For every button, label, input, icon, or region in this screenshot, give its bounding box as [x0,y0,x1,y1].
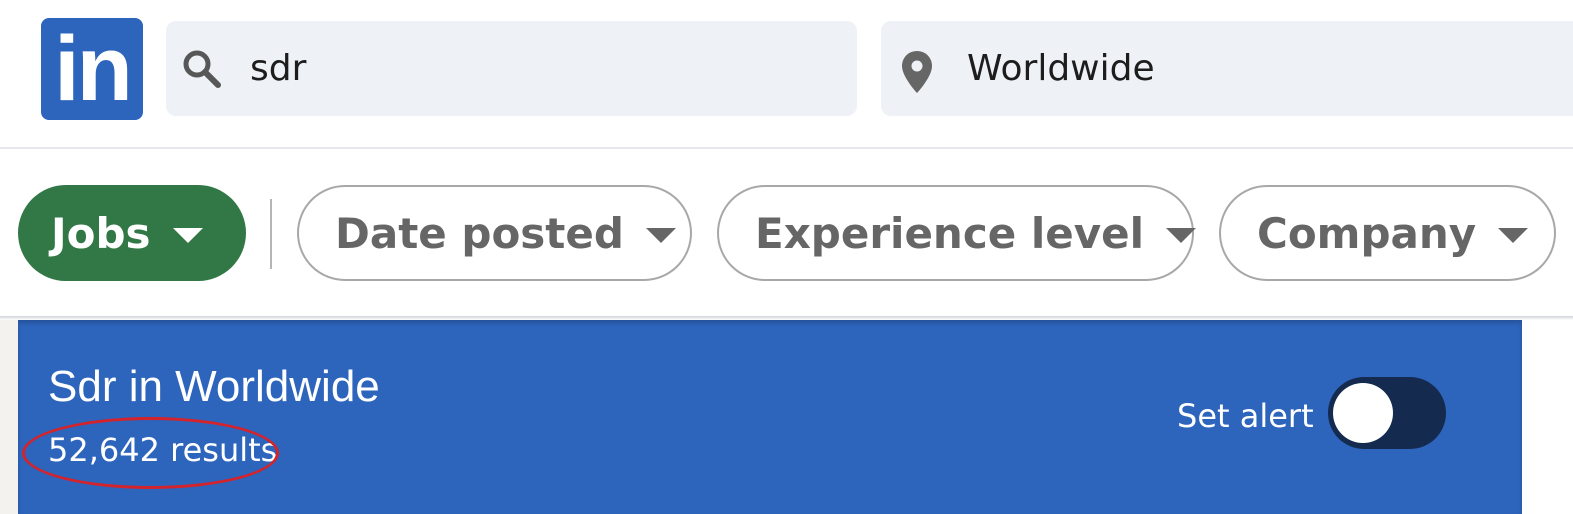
filter-date-posted-label: Date posted [335,208,624,258]
keyword-search-value[interactable]: sdr [250,21,306,116]
filter-company-button[interactable]: Company [1219,185,1556,281]
page-background-right [1522,320,1573,514]
filter-experience-level-button[interactable]: Experience level [717,185,1196,281]
filter-experience-level-label: Experience level [755,208,1144,258]
location-search-input[interactable]: Worldwide [881,21,1573,116]
results-header-banner: Sdr in Worldwide 52,642 results Set aler… [18,320,1522,514]
filter-date-posted-button[interactable]: Date posted [297,185,692,281]
search-icon [183,50,221,88]
filter-jobs-button[interactable]: Jobs [18,185,246,281]
toggle-knob[interactable] [1333,383,1393,443]
results-title: Sdr in Worldwide [48,362,380,411]
caret-down-icon [1498,227,1529,243]
set-alert-toggle[interactable] [1328,377,1446,449]
caret-down-icon [1165,227,1196,243]
filter-divider [270,199,272,269]
annotation-circle [22,417,279,489]
location-search-value[interactable]: Worldwide [967,21,1155,116]
set-alert-label: Set alert [1177,397,1314,435]
linkedin-logo[interactable]: in [41,18,143,120]
keyword-search-input[interactable]: sdr [166,21,857,116]
top-navigation-bar: in sdr Worldwide [0,0,1573,148]
search-filter-bar: Jobs Date posted Experience level Compan… [0,149,1573,317]
caret-down-icon [172,227,203,243]
location-pin-icon [902,51,932,93]
caret-down-icon [645,227,676,243]
filter-jobs-label: Jobs [51,208,151,258]
filter-company-label: Company [1257,208,1477,258]
page-background [0,320,18,514]
